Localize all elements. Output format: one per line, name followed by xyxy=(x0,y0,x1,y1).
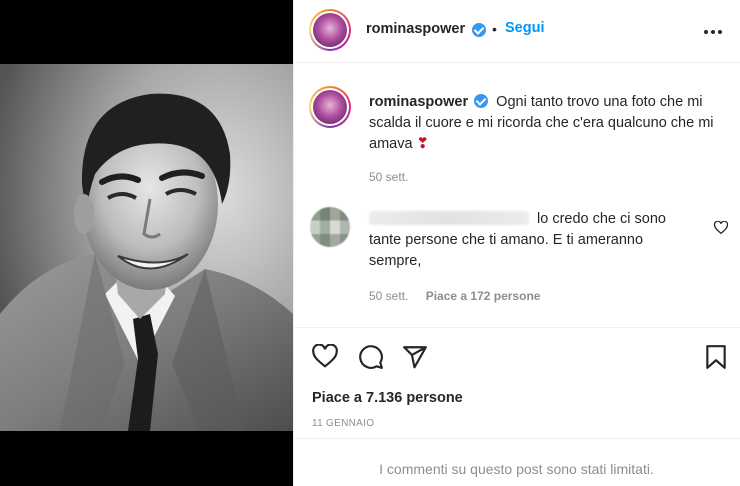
header-divider xyxy=(293,62,740,63)
commenter-avatar[interactable] xyxy=(310,207,350,247)
verified-badge-icon xyxy=(474,94,489,108)
comment-icon[interactable] xyxy=(358,344,384,375)
follow-button[interactable]: Segui xyxy=(505,20,544,36)
comment-meta: 50 sett. Piace a 172 persone xyxy=(369,289,540,303)
caption-username[interactable]: rominaspower xyxy=(369,94,468,110)
bookmark-icon[interactable] xyxy=(705,344,727,375)
commenter-username-blurred[interactable] xyxy=(369,211,529,225)
comments-limited-notice: I commenti su questo post sono stati lim… xyxy=(379,461,654,477)
post-photo xyxy=(0,64,293,431)
comment: lo credo che ci sono tante persone che t… xyxy=(369,209,699,272)
caption: rominaspower Ogni tanto trovo una foto c… xyxy=(369,92,729,155)
comment-time[interactable]: 50 sett. xyxy=(369,289,408,303)
caption-avatar[interactable] xyxy=(309,86,351,128)
comments-limited-bar: I commenti su questo post sono stati lim… xyxy=(293,438,740,486)
post-media[interactable] xyxy=(0,0,293,486)
more-options-icon[interactable] xyxy=(703,18,723,41)
actions-divider xyxy=(293,327,740,328)
comment-likes[interactable]: Piace a 172 persone xyxy=(426,289,541,303)
separator-dot: • xyxy=(492,21,497,37)
portrait-image xyxy=(0,64,293,431)
likes-count[interactable]: Piace a 7.136 persone xyxy=(312,390,463,406)
caption-time[interactable]: 50 sett. xyxy=(369,170,408,184)
post-date[interactable]: 11 GENNAIO xyxy=(312,418,374,429)
share-icon[interactable] xyxy=(402,344,428,375)
author-username[interactable]: rominaspower xyxy=(366,21,465,37)
author-avatar[interactable] xyxy=(309,9,351,51)
like-heart-icon[interactable] xyxy=(312,343,338,373)
heart-exclamation-icon: ❣ xyxy=(416,136,429,152)
verified-badge-icon xyxy=(472,23,486,37)
comment-like-heart-icon[interactable] xyxy=(713,220,729,239)
